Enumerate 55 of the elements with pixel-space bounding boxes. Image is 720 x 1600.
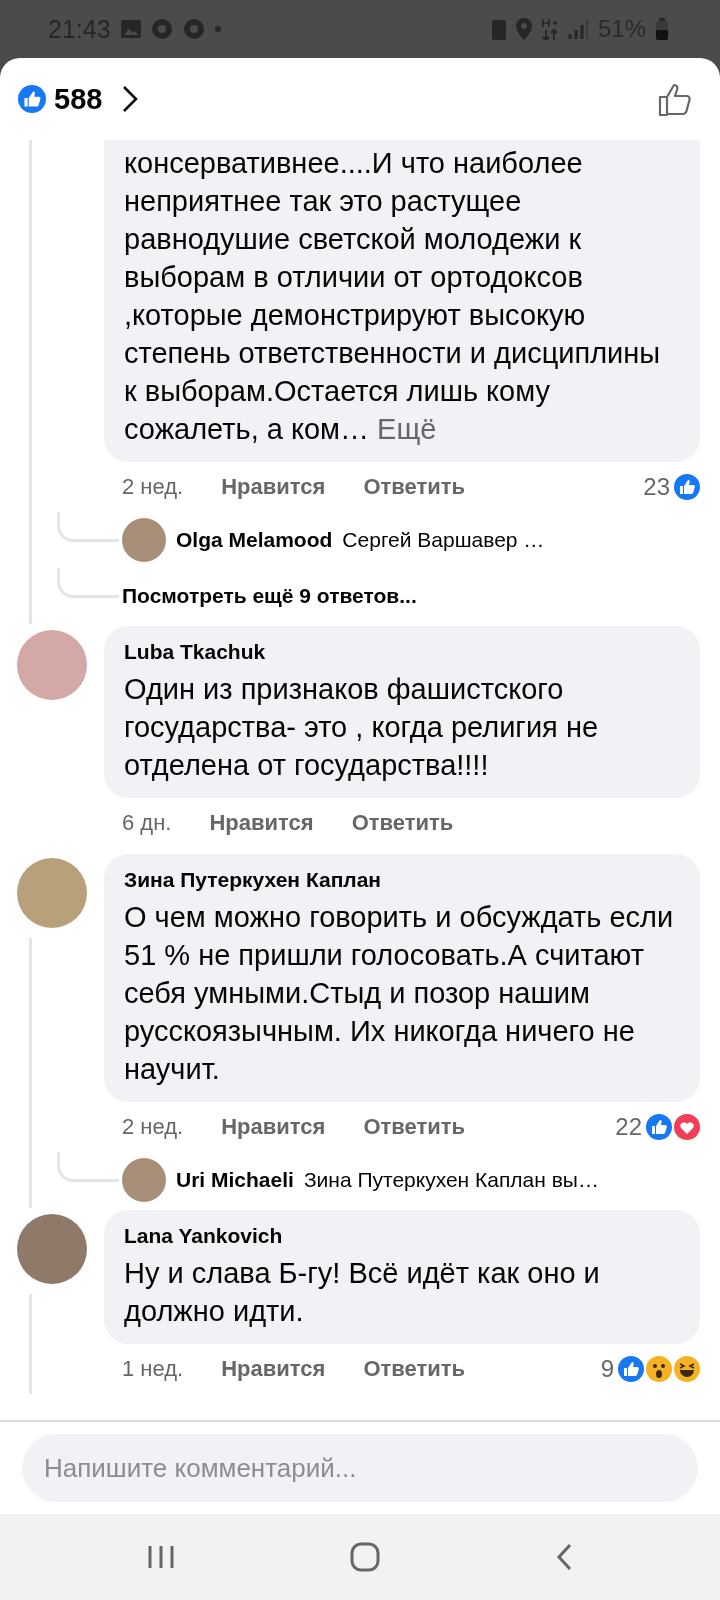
comment-time: 2 нед. (122, 474, 184, 500)
reaction-count: 9 (600, 1355, 614, 1383)
heart-reaction-icon (674, 1114, 700, 1140)
comment-time: 1 нед. (122, 1356, 184, 1382)
reply-author[interactable]: Olga Melamood (176, 528, 333, 552)
reply-link[interactable]: Ответить (363, 1114, 466, 1140)
back-icon (554, 1542, 573, 1572)
surprised-face-icon (646, 1356, 672, 1382)
comment-author[interactable]: Luba Tkachuk (124, 640, 680, 664)
data-icon (541, 18, 558, 40)
like-link[interactable]: Нравится (209, 810, 314, 836)
reply-link[interactable]: Ответить (351, 810, 454, 836)
comment-time: 6 дн. (122, 810, 172, 836)
recent-apps-icon (147, 1544, 176, 1570)
reply-preview-text: Зина Путеркухен Каплан вы… (303, 1168, 599, 1192)
reply-author[interactable]: Uri Michaeli (176, 1168, 294, 1192)
thumbs-up-icon[interactable] (658, 81, 694, 117)
avatar-photo (122, 1158, 166, 1202)
signal-icon (567, 19, 588, 39)
thread-connector (57, 512, 119, 542)
browser-icon (182, 18, 205, 40)
thread-connector (57, 568, 119, 598)
comment-text: О чем можно говорить и обсуждать если 51 % не пришли голосовать.А считают себя умными.Стыд и позор нашим русскоязычным. Их никогда ничего не научит. (124, 900, 675, 1087)
like-link[interactable]: Нравится (221, 1356, 326, 1382)
comment-text: консервативнее....И что наиболее неприятнее так это растущее равнодушие светской молодежи к выборам в отличии от ортодоксов ,которые демонстрируют высокую степень ответственности и дисциплины к выборам.Остается лишь кому сожалеть, а ком… Ещё (124, 146, 662, 447)
comment-author[interactable]: Зина Путеркухен Каплан (124, 868, 680, 892)
view-more-replies-link[interactable]: Посмотреть ещё 9 ответов... (122, 584, 417, 608)
like-reaction-icon (674, 474, 700, 500)
comment-input[interactable]: Напишите комментарий... (22, 1434, 698, 1502)
comment-time: 2 нед. (122, 1114, 184, 1140)
reaction-count: 22 (615, 1113, 642, 1141)
battery-icon (656, 18, 668, 40)
browser-icon (150, 18, 173, 40)
home-icon (350, 1542, 380, 1572)
like-reaction-icon (18, 85, 46, 113)
like-link[interactable]: Нравится (221, 1114, 326, 1140)
reply-link[interactable]: Ответить (363, 474, 466, 500)
reaction-count: 23 (643, 473, 670, 501)
reaction-total[interactable]: 588 (54, 82, 103, 116)
dot-icon (214, 26, 221, 32)
comment-author[interactable]: Lana Yankovich (124, 1224, 680, 1248)
comment-text: Ну и слава Б-гу! Всё идёт как оно и должно идти. (124, 1256, 601, 1329)
see-more-link[interactable]: Ещё (377, 413, 437, 445)
avatar-photo (122, 518, 166, 562)
like-reaction-icon (646, 1114, 672, 1140)
location-icon (515, 18, 532, 40)
like-link[interactable]: Нравится (221, 474, 326, 500)
laughing-face-icon (674, 1356, 700, 1382)
reply-link[interactable]: Ответить (363, 1356, 466, 1382)
image-icon (120, 20, 141, 38)
like-reaction-icon (618, 1356, 644, 1382)
thread-connector (57, 1152, 119, 1182)
comment-text: Один из признаков фашистского государства- это , когда религия не отделена от государства!!!! (124, 672, 600, 783)
reply-preview-text: Сергей Варшавер … (342, 528, 545, 552)
battery-saver-icon (491, 18, 506, 40)
